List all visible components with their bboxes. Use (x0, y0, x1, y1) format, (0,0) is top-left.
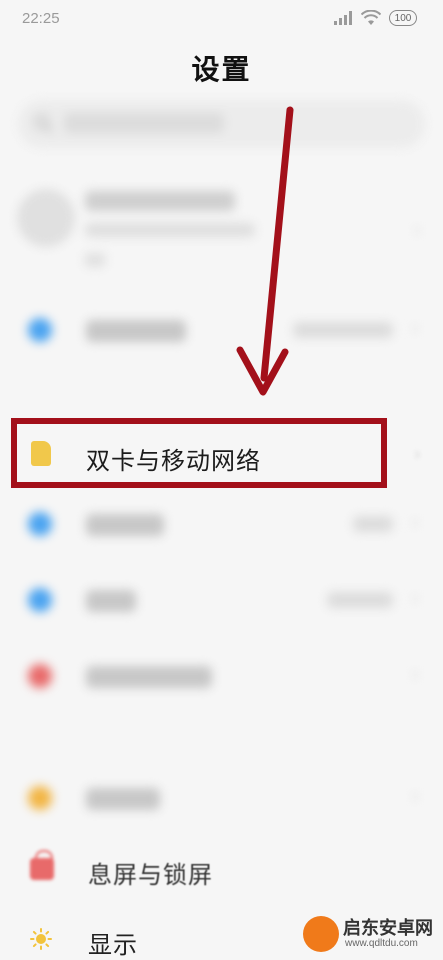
chevron-right-icon: › (411, 664, 419, 685)
search-icon (35, 115, 53, 133)
watermark-url: www.qdltdu.com (345, 938, 418, 949)
sun-icon (30, 928, 52, 950)
chevron-right-icon: › (411, 786, 419, 807)
wifi-icon (361, 10, 381, 25)
device-icon (28, 318, 52, 342)
dual-sim-mobile-network-item[interactable]: 双卡与移动网络 (86, 441, 261, 476)
battery-indicator: 100 (389, 10, 417, 26)
bluetooth-icon (28, 588, 52, 612)
watermark: 启东安卓网 www.qdltdu.com (299, 912, 439, 956)
chevron-right-icon: › (413, 444, 421, 465)
status-icons: 100 (333, 10, 417, 26)
settings-row-connection-sharing[interactable]: › (0, 642, 443, 712)
watermark-logo (303, 916, 339, 952)
status-time: 22:25 (22, 10, 60, 27)
account-name-blur (85, 191, 235, 211)
search-placeholder-blur (64, 113, 224, 133)
wifi-icon (28, 512, 52, 536)
chevron-right-icon: › (411, 588, 419, 609)
chevron-right-icon: › (411, 512, 419, 533)
settings-row-wallpaper[interactable]: › (0, 764, 443, 834)
account-subtitle-blur (85, 223, 255, 237)
search-bar[interactable] (18, 100, 425, 148)
settings-row-wlan[interactable]: › (0, 490, 443, 560)
lock-screen-item[interactable]: 息屏与锁屏 (88, 855, 213, 890)
page-title: 设置 (191, 53, 252, 86)
row-value-blur (353, 516, 393, 532)
settings-row-device[interactable]: › (0, 296, 443, 366)
chevron-right-icon: › (411, 318, 419, 339)
signal-icon (334, 11, 352, 25)
share-icon (28, 664, 52, 688)
row-label-blur (86, 514, 164, 536)
account-card[interactable]: › (0, 175, 443, 285)
row-label-blur (86, 320, 186, 342)
row-label-blur (86, 590, 136, 612)
wallpaper-icon (28, 786, 52, 810)
display-item[interactable]: 显示 (88, 925, 138, 960)
watermark-title: 启东安卓网 (343, 918, 433, 939)
row-value-blur (327, 592, 393, 608)
row-value-blur (293, 322, 393, 338)
chevron-right-icon: › (413, 220, 421, 241)
account-extra-blur (85, 253, 105, 267)
row-label-blur (86, 666, 212, 688)
row-label-blur (86, 788, 160, 810)
lock-icon (30, 850, 54, 880)
status-bar: 22:25 100 (0, 0, 443, 40)
sim-card-icon (31, 441, 51, 466)
settings-row-bluetooth[interactable]: › (0, 566, 443, 636)
avatar (18, 190, 74, 246)
